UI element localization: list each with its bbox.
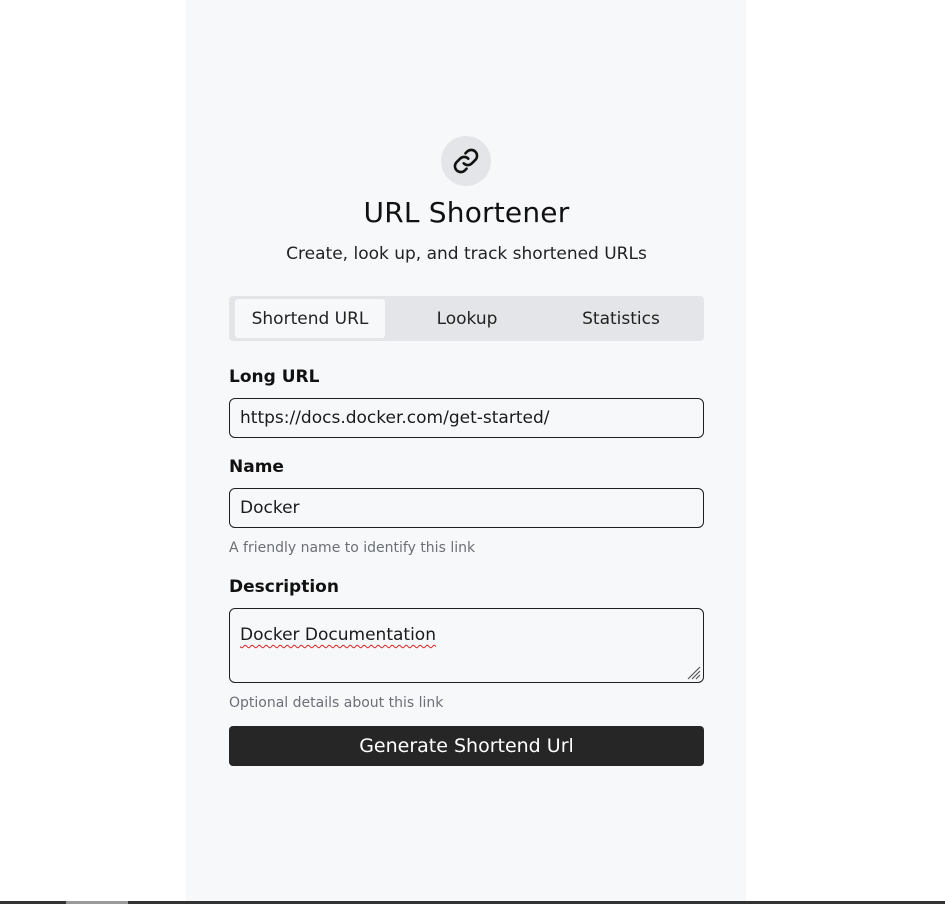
description-hint: Optional details about this link [229, 695, 444, 711]
name-label: Name [229, 457, 284, 477]
long-url-label: Long URL [229, 367, 320, 387]
resize-handle-icon[interactable] [685, 664, 701, 680]
link-icon [453, 148, 479, 174]
tab-bar: Shortend URL Lookup Statistics [229, 296, 704, 341]
description-value: Docker Documentation [240, 625, 436, 645]
tab-lookup[interactable]: Lookup [390, 299, 544, 338]
name-hint: A friendly name to identify this link [229, 540, 476, 556]
tab-shortend-url[interactable]: Shortend URL [235, 299, 385, 338]
page-title: URL Shortener [363, 196, 570, 229]
tab-statistics[interactable]: Statistics [544, 299, 698, 338]
logo-badge [441, 136, 491, 186]
description-textarea[interactable]: Docker Documentation [229, 608, 704, 683]
page-subtitle: Create, look up, and track shortened URL… [286, 244, 647, 264]
description-label: Description [229, 577, 339, 597]
long-url-input[interactable] [229, 398, 704, 438]
name-input[interactable] [229, 488, 704, 528]
generate-button[interactable]: Generate Shortend Url [229, 726, 704, 766]
